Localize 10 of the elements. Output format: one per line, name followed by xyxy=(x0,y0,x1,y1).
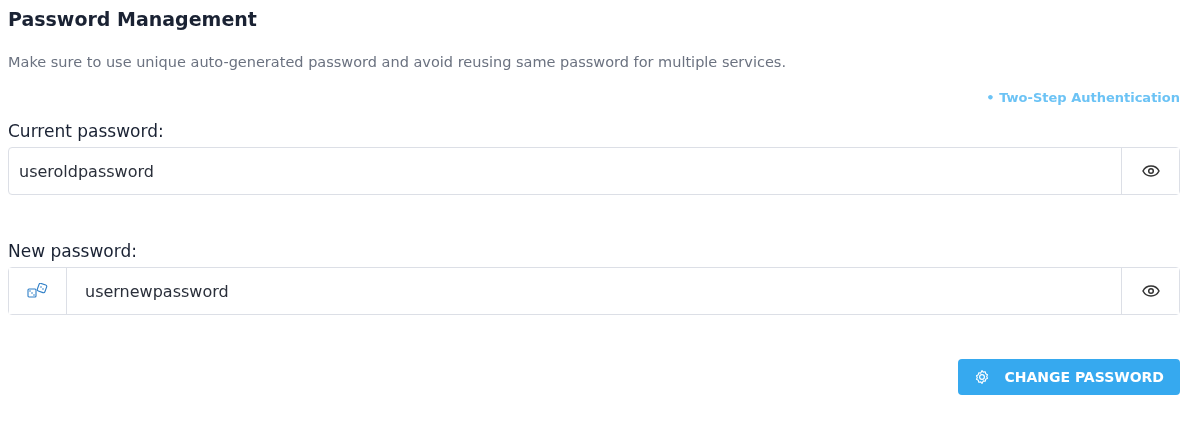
eye-icon xyxy=(1141,165,1160,177)
dice-icon xyxy=(26,283,49,299)
settings-icon xyxy=(974,369,991,385)
show-password-button[interactable] xyxy=(1121,268,1179,314)
eye-icon xyxy=(1141,285,1160,297)
page-title: Password Management xyxy=(8,7,258,32)
description-text: Make sure to use unique auto-generated password and avoid reusing same password for multiple services. xyxy=(8,53,787,72)
field-label: Current password: xyxy=(8,120,164,143)
field-label: New password: xyxy=(8,240,137,263)
show-password-button[interactable] xyxy=(1121,148,1179,194)
